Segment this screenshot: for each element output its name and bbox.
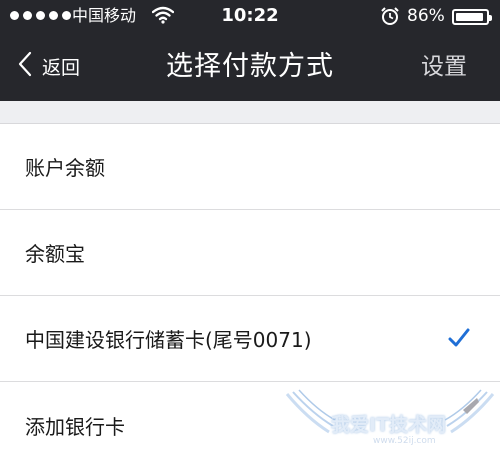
payment-option-label: 添加银行卡 — [25, 414, 125, 439]
phone-screen: 中国移动 10:22 86% 返回 选择付款方式 设置 账户余额 余额宝 中国建… — [0, 0, 500, 463]
settings-button[interactable]: 设置 — [421, 50, 467, 84]
payment-option-ccb-debit-card[interactable]: 中国建设银行储蓄卡(尾号0071) — [0, 296, 500, 382]
payment-option-label: 中国建设银行储蓄卡(尾号0071) — [25, 328, 312, 352]
payment-option-label: 余额宝 — [25, 242, 85, 266]
checkmark-icon — [448, 328, 470, 352]
status-bar: 中国移动 10:22 86% — [0, 0, 500, 34]
watermark-url: www.52ij.com — [373, 436, 436, 446]
battery-icon — [452, 9, 492, 25]
battery-nub — [489, 15, 492, 21]
app-header: 中国移动 10:22 86% 返回 选择付款方式 设置 — [0, 0, 500, 101]
payment-option-account-balance[interactable]: 账户余额 — [0, 124, 500, 210]
battery-percent: 86% — [407, 6, 445, 26]
payment-option-yuebao[interactable]: 余额宝 — [0, 210, 500, 296]
navigation-bar: 返回 选择付款方式 设置 — [0, 34, 500, 101]
payment-option-label: 账户余额 — [25, 156, 105, 180]
battery-fill — [456, 13, 483, 21]
alarm-icon — [380, 6, 400, 30]
watermark-logo: 我爱IT技术网 www.52ij.com — [283, 388, 497, 460]
watermark-text: 我爱IT技术网 — [331, 414, 447, 436]
